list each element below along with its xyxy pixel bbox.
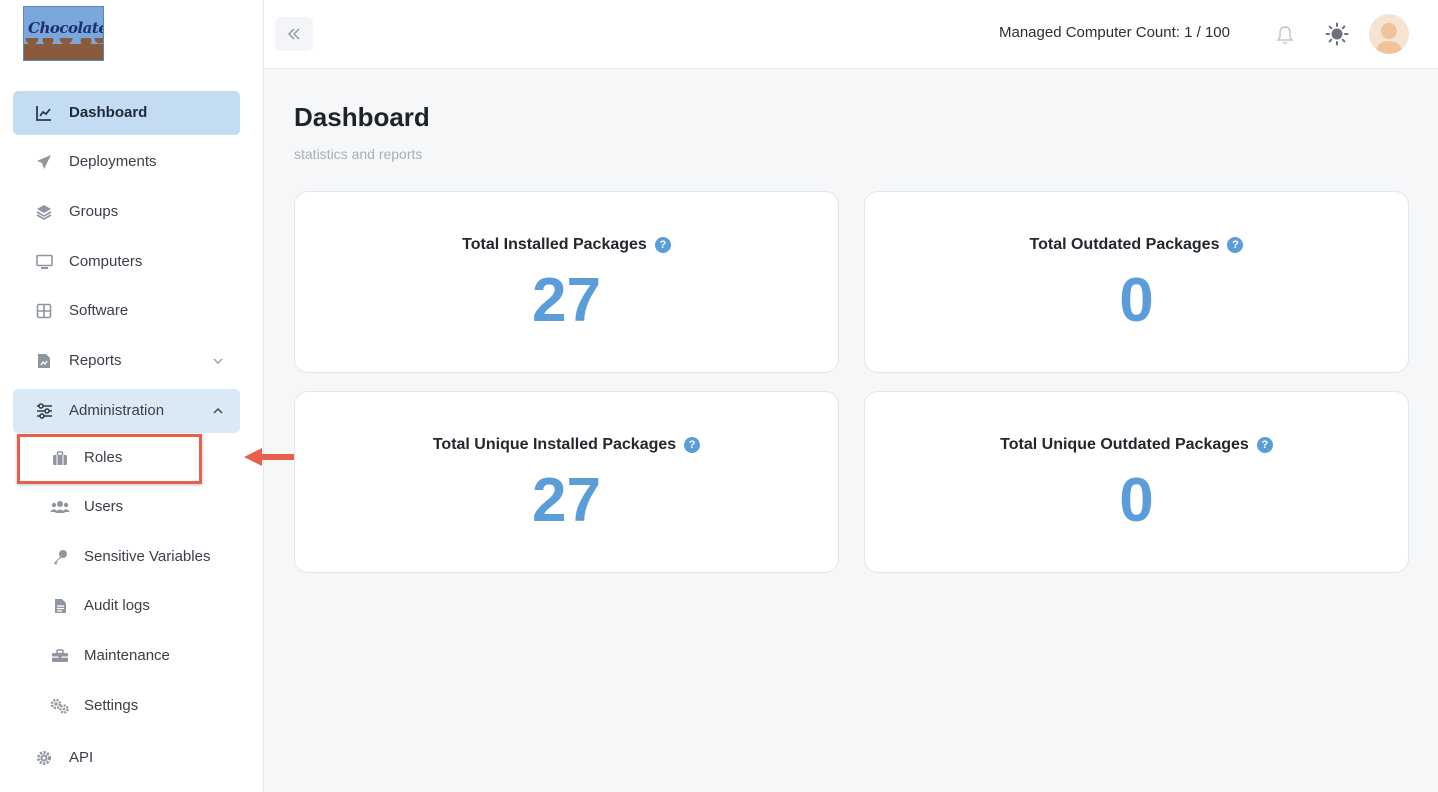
user-avatar[interactable] bbox=[1369, 14, 1409, 54]
stat-card-value: 0 bbox=[1119, 466, 1154, 535]
stat-card-title-row: Total Unique Outdated Packages? bbox=[865, 436, 1408, 454]
chevron-down-icon bbox=[212, 354, 224, 366]
stat-card-title: Total Unique Outdated Packages bbox=[1000, 436, 1249, 453]
sidebar-item-deployments[interactable]: Deployments bbox=[13, 140, 240, 184]
sidebar-item-settings[interactable]: Settings bbox=[20, 684, 240, 728]
help-icon[interactable]: ? bbox=[1256, 437, 1273, 453]
stat-card-title-row: Total Installed Packages? bbox=[295, 236, 838, 254]
help-icon[interactable]: ? bbox=[654, 237, 671, 253]
stat-card-total-installed: Total Installed Packages? 27 bbox=[294, 191, 839, 373]
avatar-person-icon bbox=[1375, 23, 1403, 54]
sidebar-item-label: Deployments bbox=[69, 153, 157, 170]
key-icon bbox=[50, 548, 70, 566]
report-icon bbox=[35, 352, 53, 370]
sidebar-item-audit-logs[interactable]: Audit logs bbox=[20, 584, 240, 628]
gear-icon bbox=[35, 749, 53, 767]
sliders-icon bbox=[35, 402, 53, 420]
stat-card-value: 27 bbox=[532, 466, 601, 535]
sidebar-item-sensitive-variables[interactable]: Sensitive Variables bbox=[20, 535, 240, 579]
grid-icon bbox=[35, 302, 53, 320]
collapse-sidebar-button[interactable] bbox=[275, 17, 313, 51]
logo-base bbox=[24, 44, 103, 60]
top-bar: Managed Computer Count: 1 / 100 bbox=[264, 0, 1438, 69]
sidebar-item-label: API bbox=[69, 749, 94, 766]
gears-icon bbox=[50, 697, 70, 715]
users-icon bbox=[50, 498, 70, 516]
stat-card-title-row: Total Unique Installed Packages? bbox=[295, 436, 838, 454]
sidebar-item-dashboard[interactable]: Dashboard bbox=[13, 91, 240, 135]
stat-card-unique-outdated: Total Unique Outdated Packages? 0 bbox=[864, 391, 1409, 573]
sidebar-item-label: Groups bbox=[69, 203, 119, 220]
page-title: Dashboard bbox=[294, 102, 430, 132]
chocolatey-logo[interactable]: Chocolatey bbox=[23, 6, 104, 61]
stat-card-value: 0 bbox=[1119, 266, 1154, 335]
sidebar-item-label: Sensitive Variables bbox=[84, 548, 211, 565]
sidebar-item-api[interactable]: API bbox=[13, 736, 240, 780]
paper-plane-icon bbox=[35, 153, 53, 171]
layers-icon bbox=[35, 203, 53, 221]
sidebar-item-administration[interactable]: Administration bbox=[13, 389, 240, 433]
document-icon bbox=[50, 597, 70, 615]
help-icon[interactable]: ? bbox=[1227, 237, 1244, 253]
chevron-up-icon bbox=[212, 404, 224, 416]
sidebar-item-reports[interactable]: Reports bbox=[13, 339, 240, 383]
double-chevron-left-icon bbox=[287, 28, 300, 40]
sidebar-item-label: Dashboard bbox=[69, 104, 148, 121]
managed-computer-count: Managed Computer Count: 1 / 100 bbox=[999, 24, 1230, 41]
sidebar-item-label: Administration bbox=[69, 402, 165, 419]
logo-text: Chocolatey bbox=[28, 19, 103, 37]
bell-icon[interactable] bbox=[1274, 24, 1296, 46]
stat-card-total-outdated: Total Outdated Packages? 0 bbox=[864, 191, 1409, 373]
sidebar-item-label: Users bbox=[84, 498, 124, 515]
stat-card-title: Total Outdated Packages bbox=[1029, 236, 1220, 253]
app-root: Chocolatey Dashboard Deployments Groups bbox=[0, 0, 1438, 792]
chart-line-icon bbox=[35, 104, 53, 122]
sidebar-item-label: Audit logs bbox=[84, 597, 150, 614]
help-icon[interactable]: ? bbox=[684, 437, 701, 453]
sidebar-item-label: Reports bbox=[69, 352, 122, 369]
toolbox-icon bbox=[50, 647, 70, 665]
sidebar: Chocolatey Dashboard Deployments Groups bbox=[0, 0, 264, 792]
sidebar-item-maintenance[interactable]: Maintenance bbox=[20, 634, 240, 678]
sidebar-item-label: Maintenance bbox=[84, 647, 170, 664]
sidebar-item-computers[interactable]: Computers bbox=[13, 240, 240, 284]
stat-card-value: 27 bbox=[532, 266, 601, 335]
annotation-highlight-box bbox=[17, 434, 202, 484]
stat-card-title-row: Total Outdated Packages? bbox=[865, 236, 1408, 254]
sidebar-item-label: Computers bbox=[69, 253, 143, 270]
sidebar-item-users[interactable]: Users bbox=[20, 485, 240, 529]
sun-icon[interactable] bbox=[1325, 22, 1349, 46]
sidebar-item-groups[interactable]: Groups bbox=[13, 190, 240, 234]
desktop-icon bbox=[35, 253, 53, 271]
stat-card-unique-installed: Total Unique Installed Packages? 27 bbox=[294, 391, 839, 573]
sidebar-item-label: Settings bbox=[84, 697, 139, 714]
sidebar-item-label: Software bbox=[69, 302, 129, 319]
stat-card-title: Total Unique Installed Packages bbox=[432, 436, 677, 453]
sidebar-item-software[interactable]: Software bbox=[13, 289, 240, 333]
stat-card-title: Total Installed Packages bbox=[462, 236, 647, 253]
page-subtitle: statistics and reports bbox=[294, 146, 423, 162]
